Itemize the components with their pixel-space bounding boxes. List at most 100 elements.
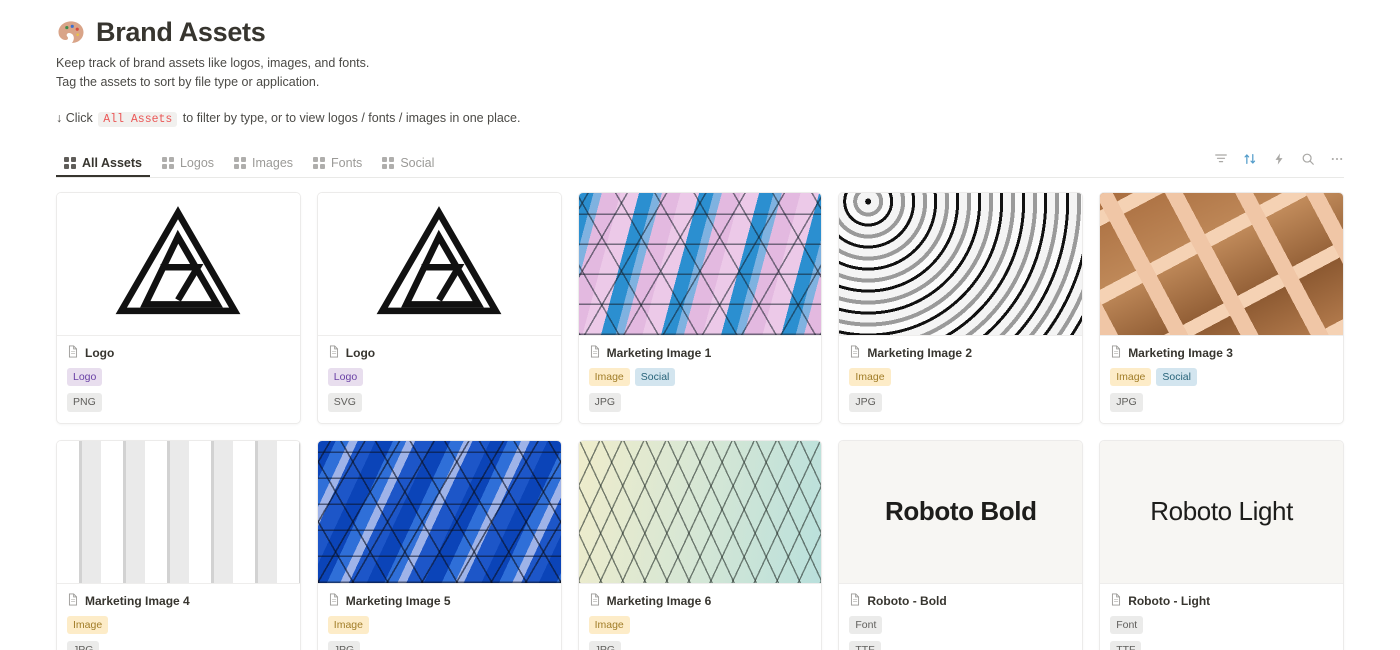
asset-card-body: Marketing Image 1 Image Social JPG <box>578 334 822 423</box>
asset-filetype-row: JPG <box>1110 393 1333 412</box>
image-pattern <box>57 440 300 583</box>
thumbnail-image <box>578 192 822 335</box>
file-icon <box>67 345 79 361</box>
asset-tag-row: Logo <box>67 367 290 387</box>
asset-tag-row: Image <box>849 367 1072 387</box>
asset-filetype-tag[interactable]: TTF <box>849 641 881 650</box>
grid-view-icon <box>64 157 76 170</box>
asset-tag[interactable]: Image <box>67 615 109 635</box>
asset-tag[interactable]: Logo <box>67 367 103 387</box>
tab-logos[interactable]: Logos <box>154 156 222 177</box>
asset-filetype-tag[interactable]: TTF <box>1110 641 1142 650</box>
asset-card[interactable]: Marketing Image 5 Image JPG <box>316 439 562 650</box>
tab-images[interactable]: Images <box>226 156 301 177</box>
thumbnail-image <box>578 440 822 583</box>
asset-card[interactable]: Logo Logo PNG <box>56 191 301 424</box>
file-icon <box>1110 593 1122 609</box>
asset-tag[interactable]: Image <box>849 367 891 387</box>
asset-card[interactable]: Logo Logo SVG <box>316 191 562 424</box>
asset-tag[interactable]: Social <box>1156 367 1197 387</box>
asset-filetype-tag[interactable]: JPG <box>588 641 622 650</box>
asset-card[interactable]: Marketing Image 4 Image JPG <box>56 439 301 650</box>
asset-card-body: Marketing Image 2 Image JPG <box>839 334 1083 423</box>
asset-filetype-row: TTF <box>849 641 1072 650</box>
asset-card-title: Marketing Image 5 <box>328 593 551 609</box>
grid-view-icon <box>234 157 247 170</box>
asset-card-title: Marketing Image 3 <box>1110 345 1333 361</box>
asset-filetype-tag[interactable]: PNG <box>67 393 102 412</box>
asset-tag-row: Image <box>67 615 290 635</box>
tab-label: Social <box>400 156 435 171</box>
asset-filetype-tag[interactable]: JPG <box>588 393 622 412</box>
tab-all-assets[interactable]: All Assets <box>56 156 150 177</box>
asset-card-title: Marketing Image 4 <box>67 593 290 609</box>
asset-tag[interactable]: Font <box>1110 615 1144 635</box>
sort-icon[interactable] <box>1242 152 1257 167</box>
tab-social[interactable]: Social <box>374 156 442 177</box>
asset-card[interactable]: Marketing Image 1 Image Social JPG <box>577 191 823 424</box>
asset-tag[interactable]: Image <box>588 615 630 635</box>
view-tabs: All Assets Logos Images Fonts Social <box>56 147 442 177</box>
asset-tag[interactable]: Image <box>1110 367 1152 387</box>
asset-filetype-row: JPG <box>67 641 290 650</box>
thumbnail-logo <box>317 192 561 335</box>
tab-label: Logos <box>179 156 215 171</box>
grid-view-icon <box>382 157 395 170</box>
file-icon <box>328 345 340 361</box>
asset-card-grid: Logo Logo PNG Logo Logo SVG Marketing Image 1… <box>56 191 1344 650</box>
asset-tag-row: Font <box>849 615 1072 635</box>
asset-tag-row: Image Social <box>588 367 812 387</box>
asset-card[interactable]: Marketing Image 3 Image Social JPG <box>1099 191 1344 424</box>
asset-card[interactable]: Roboto Light Roboto - Light Font TTF <box>1099 439 1344 650</box>
asset-title-text: Logo <box>345 345 376 360</box>
asset-tag[interactable]: Image <box>588 367 630 387</box>
database-toolbar <box>1213 152 1344 173</box>
asset-title-text: Logo <box>85 345 115 360</box>
page-description-line-1: Keep track of brand assets like logos, i… <box>56 56 370 70</box>
more-options-icon[interactable] <box>1329 152 1344 167</box>
asset-tag[interactable]: Image <box>327 615 369 635</box>
tab-fonts[interactable]: Fonts <box>305 156 370 177</box>
asset-filetype-row: PNG <box>67 393 290 412</box>
filter-hint-suffix: to filter by type, or to view logos / fo… <box>182 110 521 125</box>
thumbnail-image <box>57 440 300 583</box>
asset-tag-row: Image Social <box>1110 367 1333 387</box>
asset-tag-row: Image <box>327 615 551 635</box>
asset-title-text: Marketing Image 3 <box>1128 345 1233 360</box>
file-icon <box>849 345 861 361</box>
grid-view-icon <box>161 157 174 170</box>
asset-title-text: Roboto - Bold <box>867 593 947 608</box>
penrose-triangle-logo <box>115 205 241 314</box>
asset-filetype-tag[interactable]: SVG <box>327 393 362 412</box>
asset-card-body: Marketing Image 4 Image JPG <box>57 582 300 650</box>
asset-filetype-tag[interactable]: JPG <box>1110 393 1143 412</box>
asset-filetype-tag[interactable]: JPG <box>327 641 361 650</box>
filter-icon[interactable] <box>1213 152 1228 167</box>
image-pattern <box>839 192 1083 335</box>
asset-card-title: Logo <box>67 345 290 361</box>
file-icon <box>328 593 340 609</box>
asset-title-text: Marketing Image 4 <box>85 593 190 608</box>
asset-card[interactable]: Marketing Image 6 Image JPG <box>577 439 823 650</box>
thumbnail-image <box>1100 192 1343 335</box>
font-preview-text: Roboto Bold <box>885 496 1037 527</box>
thumbnail-font-preview: Roboto Light <box>1100 440 1343 583</box>
asset-card[interactable]: Roboto Bold Roboto - Bold Font TTF <box>838 439 1084 650</box>
asset-filetype-tag[interactable]: JPG <box>849 393 882 412</box>
asset-filetype-tag[interactable]: JPG <box>67 641 100 650</box>
asset-tag[interactable]: Social <box>634 367 676 387</box>
tab-label: Images <box>252 156 294 171</box>
lightning-icon[interactable] <box>1271 152 1286 167</box>
asset-title-text: Marketing Image 6 <box>606 593 712 608</box>
thumbnail-image <box>317 440 561 583</box>
thumbnail-font-preview: Roboto Bold <box>839 440 1083 583</box>
asset-tag[interactable]: Logo <box>327 367 364 387</box>
tab-label: Fonts <box>331 156 363 171</box>
search-icon[interactable] <box>1300 152 1315 167</box>
asset-card[interactable]: Marketing Image 2 Image JPG <box>838 191 1084 424</box>
asset-card-body: Marketing Image 5 Image JPG <box>317 582 561 650</box>
asset-title-text: Marketing Image 2 <box>867 345 973 360</box>
asset-tag[interactable]: Font <box>849 615 883 635</box>
asset-tag-row: Image <box>588 615 812 635</box>
grid-view-icon <box>313 157 326 170</box>
